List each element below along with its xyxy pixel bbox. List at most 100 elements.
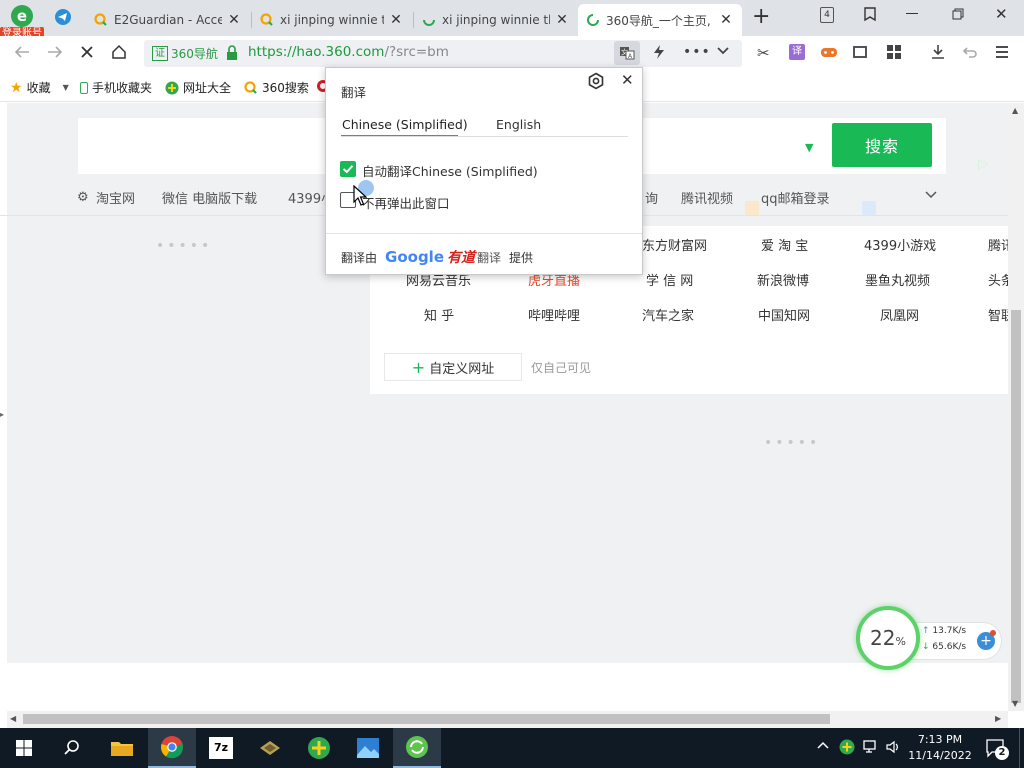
site-certificate[interactable]: 证 360导航 [152, 45, 218, 62]
auto-translate-checkbox[interactable] [340, 161, 356, 177]
memory-usage-ring[interactable]: 22% [856, 606, 920, 670]
more-icon[interactable]: ••• [683, 44, 711, 60]
dont-show-label[interactable]: 不再弹出此窗口 [362, 193, 450, 212]
close-popup-button[interactable]: ✕ [621, 71, 634, 89]
close-tab-icon[interactable]: ✕ [388, 12, 404, 28]
new-tab-button[interactable]: + [752, 6, 770, 28]
pinned-tab-icon[interactable] [54, 8, 72, 26]
lock-icon[interactable] [225, 45, 239, 61]
close-tab-icon[interactable]: ✕ [718, 12, 734, 28]
tab-source-language[interactable]: Chinese (Simplified) [342, 117, 468, 132]
restore-button[interactable] [952, 8, 964, 20]
scroll-down-icon[interactable]: ▼ [1012, 699, 1018, 708]
show-hidden-icons-button[interactable] [816, 739, 830, 751]
tab-xi-jinping-1[interactable]: xi jinping winnie th ✕ [252, 4, 412, 36]
reader-icon[interactable] [852, 44, 868, 60]
url-text[interactable]: https://hao.360.com/?src=bm [248, 44, 449, 60]
tray-360-icon[interactable] [839, 739, 855, 755]
menu-icon[interactable] [994, 45, 1010, 59]
home-button[interactable] [110, 43, 128, 61]
hot-link[interactable]: qq邮箱登录 [761, 188, 830, 207]
checkmark-icon [342, 165, 354, 174]
site-link[interactable]: 新浪微博 [757, 270, 809, 289]
360-sites-button[interactable] [295, 728, 343, 768]
scroll-right-icon[interactable]: ▶ [995, 714, 1001, 723]
scroll-left-icon[interactable]: ◀ [10, 714, 16, 723]
auto-translate-label[interactable]: 自动翻译Chinese (Simplified) [362, 161, 538, 180]
bookmark-360search[interactable]: 360搜索 [244, 79, 309, 96]
chevron-down-icon[interactable] [924, 190, 938, 200]
scissors-icon[interactable]: ✂ [757, 44, 770, 62]
network-icon[interactable] [863, 739, 879, 755]
7zip-button[interactable]: 7z [197, 728, 245, 768]
hot-link[interactable]: 微信 电脑版下载 [162, 188, 257, 207]
translate-ext-icon[interactable]: 译 [789, 44, 805, 60]
minimize-button[interactable] [906, 13, 918, 14]
network-speed-widget[interactable]: 22% ↑ 13.7K/s ↓ 65.6K/s + [856, 606, 1004, 672]
add-custom-site-button[interactable]: + 自定义网址 [384, 353, 522, 381]
loading-icon [423, 19, 435, 26]
start-button[interactable] [0, 728, 48, 768]
site-link[interactable]: 东方财富网 [642, 235, 707, 254]
site-link[interactable]: 学 信 网 [646, 270, 693, 289]
site-link[interactable]: 4399小游戏 [864, 235, 936, 254]
tab-e2guardian[interactable]: E2Guardian - Acce ✕ [86, 4, 250, 36]
photos-button[interactable] [344, 728, 392, 768]
hot-link[interactable]: 淘宝网 [96, 188, 135, 207]
site-link[interactable]: 汽车之家 [642, 305, 694, 324]
site-link[interactable]: 知 乎 [424, 305, 454, 324]
forward-button[interactable] [46, 44, 64, 60]
settings-button[interactable] [587, 72, 605, 90]
bookmark-favorites[interactable]: ★ 收藏 ▼ [10, 79, 69, 96]
horizontal-scroll-thumb[interactable] [23, 714, 830, 724]
arrow-down-icon: ↓ [922, 642, 930, 652]
site-link[interactable]: 哔哩哔哩 [528, 305, 580, 324]
apps-grid-icon[interactable] [886, 44, 902, 60]
gamepad-icon[interactable] [820, 44, 838, 60]
bookmark-mobile[interactable]: 手机收藏夹 [80, 79, 152, 96]
vertical-scroll-thumb[interactable] [1011, 310, 1021, 703]
hot-link[interactable]: 腾讯视频 [681, 188, 733, 207]
file-explorer-button[interactable] [98, 728, 146, 768]
close-tab-icon[interactable]: ✕ [226, 12, 242, 28]
loading-dots: ••••• [156, 238, 213, 254]
home-icon [112, 44, 126, 59]
close-window-button[interactable]: ✕ [995, 5, 1008, 23]
7zip-icon: 7z [209, 737, 233, 759]
collections-icon[interactable] [862, 6, 878, 22]
back-button[interactable] [13, 44, 31, 60]
undo-icon[interactable] [962, 44, 978, 60]
footer-suffix: 提供 [509, 250, 534, 265]
chrome-icon [160, 736, 184, 759]
scroll-up-icon[interactable]: ▲ [1012, 106, 1018, 115]
volume-icon[interactable] [885, 739, 901, 755]
tab-target-language[interactable]: English [496, 117, 541, 132]
site-link[interactable]: 墨鱼丸视频 [865, 270, 930, 289]
speedup-icon[interactable] [652, 44, 666, 60]
search-button[interactable]: 搜索 [832, 123, 932, 167]
search-engine-dropdown-icon[interactable]: ▼ [805, 141, 813, 154]
tab-xi-jinping-2[interactable]: xi jinping winnie th ✕ [414, 4, 578, 36]
tab-360-active[interactable]: 360导航_一个主页, ✕ [578, 4, 742, 36]
close-tab-icon[interactable]: ✕ [554, 12, 570, 28]
chrome-button[interactable] [148, 728, 196, 768]
hot-link[interactable]: 询 [645, 188, 658, 207]
tray-app-button[interactable] [246, 728, 294, 768]
side-expand-icon[interactable]: ▸ [0, 410, 4, 419]
translate-button[interactable]: 文A [614, 41, 640, 65]
site-link[interactable]: 中国知网 [758, 305, 810, 324]
chevron-down-icon[interactable] [716, 45, 730, 57]
stop-loading-button[interactable] [79, 44, 95, 60]
download-icon[interactable] [929, 43, 947, 61]
site-link[interactable]: 凤凰网 [880, 305, 919, 324]
search-button-taskbar[interactable] [48, 728, 96, 768]
faded-icon [862, 201, 876, 215]
360-browser-button[interactable] [393, 728, 441, 768]
clock[interactable]: 7:13 PM 11/14/2022 [905, 732, 975, 764]
camera-icon[interactable]: ▷ [978, 156, 989, 172]
gear-icon[interactable]: ⚙ [77, 190, 89, 205]
tab-count-button[interactable]: 4 [820, 7, 834, 23]
bookmark-sites[interactable]: 网址大全 [165, 79, 231, 96]
show-desktop-button[interactable] [1019, 728, 1024, 768]
site-link[interactable]: 爱 淘 宝 [761, 235, 808, 254]
